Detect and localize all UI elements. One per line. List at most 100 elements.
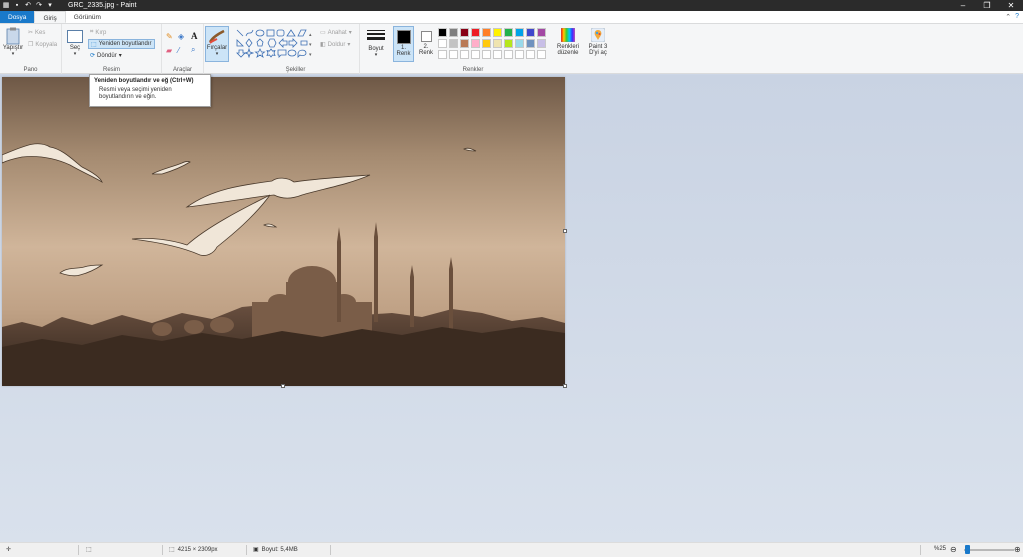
ribbon-tabs: Dosya Giriş Görünüm ⌃ ? [0, 11, 1023, 24]
palette-swatch[interactable] [504, 28, 513, 37]
image-dimensions: ⬚ 4215 × 2309px [169, 546, 218, 554]
shapes-gallery[interactable]: ▴ ▾ ▾ [235, 28, 315, 58]
zoom-slider-track[interactable] [964, 549, 1014, 551]
copy-label: Kopyala [35, 41, 58, 48]
palette-swatch[interactable] [537, 28, 546, 37]
color-2-button[interactable]: 2. Renk [416, 26, 436, 62]
window-title: GRC_2335.jpg - Paint [68, 2, 137, 9]
palette-swatch[interactable] [471, 50, 480, 59]
select-dropdown-icon[interactable]: ▾ [65, 51, 85, 57]
select-button[interactable]: Seç ▾ [65, 30, 85, 57]
paste-button[interactable]: Yapıştır ▾ [2, 27, 24, 57]
undo-icon[interactable]: ↶ [24, 2, 32, 10]
zoom-slider-thumb[interactable] [965, 545, 970, 554]
shapes-group-label: Şekiller [285, 67, 306, 73]
color-1-button[interactable]: 1. Renk [393, 26, 414, 62]
paint-3d-icon [591, 28, 605, 42]
colors-group-label: Renkler [462, 67, 484, 73]
resize-button[interactable]: ⬚ Yeniden boyutlandır [88, 39, 155, 49]
file-size: ▣ Boyut: 5,4MB [253, 546, 298, 554]
color-2-label-text: Renk [418, 50, 433, 56]
maximize-button[interactable]: ❐ [975, 0, 999, 11]
fill-bucket-icon[interactable]: ◈ [178, 32, 184, 41]
close-button[interactable]: ✕ [999, 0, 1023, 11]
cut-button[interactable]: ✂ Kes [28, 29, 46, 37]
resize-handle-bottom[interactable] [281, 384, 285, 388]
palette-swatch[interactable] [460, 50, 469, 59]
image-canvas[interactable] [2, 77, 565, 386]
paste-dropdown-icon[interactable]: ▾ [2, 51, 24, 57]
fill-button[interactable]: ◧ Doldur ▾ [320, 41, 351, 49]
size-button[interactable]: Boyut ▾ [364, 29, 388, 58]
palette-swatch[interactable] [449, 50, 458, 59]
crop-icon: ⌗ [90, 29, 94, 35]
palette-swatch[interactable] [526, 50, 535, 59]
tab-view[interactable]: Görünüm [66, 11, 109, 23]
clipboard-icon [6, 27, 20, 45]
color-1-swatch [396, 30, 411, 44]
palette-swatch[interactable] [515, 39, 524, 48]
outline-icon: ▭ [320, 30, 326, 36]
palette-swatch[interactable] [471, 39, 480, 48]
outline-dropdown-icon: ▾ [348, 30, 352, 36]
tab-home[interactable]: Giriş [34, 11, 66, 23]
palette-swatch[interactable] [482, 39, 491, 48]
minimize-button[interactable]: – [951, 0, 975, 11]
palette-swatch[interactable] [482, 50, 491, 59]
palette-swatch[interactable] [515, 50, 524, 59]
cursor-position: ✛ [6, 546, 11, 553]
zoom-in-button[interactable]: ⊕ [1014, 545, 1021, 554]
text-icon[interactable]: A [191, 31, 198, 41]
color-1-label-text: Renk [396, 51, 411, 57]
resize-handle-right[interactable] [563, 229, 567, 233]
rotate-dropdown-icon: ▾ [118, 53, 122, 59]
palette-swatch[interactable] [493, 28, 502, 37]
zoom-out-button[interactable]: ⊖ [950, 545, 957, 554]
palette-swatch[interactable] [515, 28, 524, 37]
palette-swatch[interactable] [438, 50, 447, 59]
palette-swatch[interactable] [526, 28, 535, 37]
fill-dropdown-icon: ▾ [347, 42, 351, 48]
copy-icon: ❐ [28, 42, 34, 48]
rotate-button[interactable]: ⟳ Döndür ▾ [90, 52, 122, 60]
color-spectrum-icon [561, 28, 575, 42]
save-icon[interactable]: ▪ [13, 2, 21, 10]
color-picker-icon[interactable]: ⁄ [178, 46, 179, 55]
palette-swatch[interactable] [537, 50, 546, 59]
open-paint-3d-button[interactable]: Paint 3 D'yi aç [584, 28, 612, 56]
magnifier-icon[interactable]: ⌕ [191, 45, 195, 55]
resize-handle-corner[interactable] [563, 384, 567, 388]
tab-file[interactable]: Dosya [0, 11, 35, 23]
collapse-ribbon-icon[interactable]: ⌃ [1005, 13, 1011, 21]
customize-quick-access-icon[interactable]: ▾ [46, 2, 54, 10]
palette-swatch[interactable] [460, 39, 469, 48]
palette-swatch[interactable] [449, 28, 458, 37]
palette-swatch[interactable] [537, 39, 546, 48]
palette-swatch[interactable] [471, 28, 480, 37]
cut-label: Kes [35, 29, 46, 36]
palette-swatch[interactable] [460, 28, 469, 37]
canvas-area[interactable] [0, 75, 1023, 542]
palette-swatch[interactable] [438, 28, 447, 37]
palette-swatch[interactable] [438, 39, 447, 48]
svg-text:▾: ▾ [309, 52, 312, 58]
pencil-icon[interactable]: ✎ [166, 32, 173, 41]
crop-button[interactable]: ⌗ Kırp [90, 29, 106, 36]
tooltip-line-1: Resmi veya seçimi yeniden [99, 87, 172, 93]
brushes-button[interactable]: Fırçalar ▾ [205, 26, 229, 62]
palette-swatch[interactable] [493, 50, 502, 59]
copy-button[interactable]: ❐ Kopyala [28, 41, 58, 49]
palette-swatch[interactable] [482, 28, 491, 37]
palette-swatch[interactable] [504, 50, 513, 59]
palette-swatch[interactable] [504, 39, 513, 48]
palette-swatch[interactable] [493, 39, 502, 48]
outline-button[interactable]: ▭ Anahat ▾ [320, 29, 352, 37]
palette-swatch[interactable] [526, 39, 535, 48]
redo-icon[interactable]: ↷ [35, 2, 43, 10]
eraser-icon[interactable]: ▰ [166, 46, 172, 55]
help-icon[interactable]: ? [1015, 13, 1019, 21]
edit-colors-button[interactable]: Renkleri düzenle [556, 28, 580, 56]
paint-app-icon: ▦ [2, 1, 10, 9]
fill-icon: ◧ [320, 42, 326, 48]
palette-swatch[interactable] [449, 39, 458, 48]
